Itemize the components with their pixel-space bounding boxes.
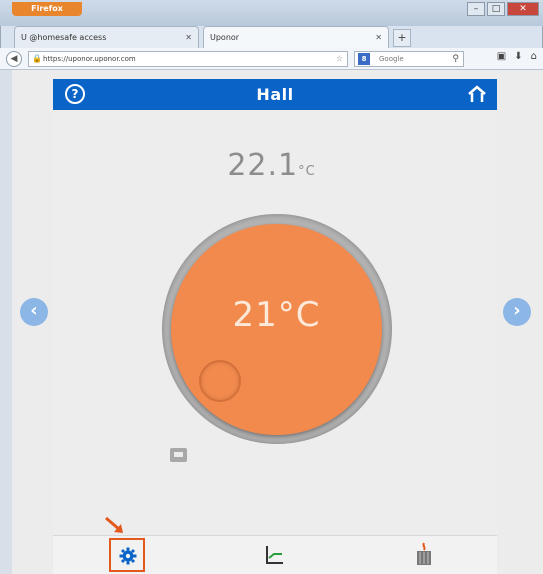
left-edge (0, 70, 12, 574)
red-arrow-annotation (105, 516, 123, 533)
new-tab-button[interactable]: + (393, 29, 411, 47)
mode-icon[interactable] (170, 448, 187, 462)
heater-icon[interactable] (415, 542, 433, 566)
app-header: ? Hall (53, 79, 497, 110)
firefox-menu-button[interactable]: Firefox (12, 2, 82, 16)
title-bar: Firefox – □ ✕ (0, 0, 543, 26)
dial-knob[interactable] (199, 360, 241, 402)
current-temperature: 22.1°C (0, 148, 543, 183)
tab-uponor[interactable]: Uponor ✕ (203, 26, 389, 48)
close-window-button[interactable]: ✕ (507, 2, 539, 16)
bookmarks-icon[interactable]: ▣ (497, 51, 506, 62)
settings-button[interactable] (109, 538, 145, 572)
window-controls: – □ ✕ (467, 2, 539, 16)
chart-icon[interactable] (264, 545, 284, 565)
tab-title: Uponor (210, 32, 240, 42)
tab-strip: U @homesafe access ✕ Uponor ✕ + (14, 26, 411, 48)
tab-title: U @homesafe access (21, 32, 107, 42)
minimize-button[interactable]: – (467, 2, 485, 16)
close-tab-icon[interactable]: ✕ (185, 28, 192, 48)
lock-icon: 🔒 (32, 54, 42, 63)
bookmark-star-icon[interactable]: ☆ (336, 52, 343, 66)
home-icon[interactable] (467, 85, 487, 103)
gear-icon (119, 547, 137, 565)
search-placeholder: Google (379, 55, 404, 63)
home-browser-icon[interactable]: ⌂ (531, 51, 537, 62)
current-temperature-unit: °C (298, 164, 316, 179)
tab-homesafe[interactable]: U @homesafe access ✕ (14, 26, 199, 48)
search-engine-icon[interactable]: 8 (358, 53, 370, 65)
back-button[interactable]: ◀ (6, 51, 22, 67)
address-text: https://uponor.uponor.com (43, 55, 136, 63)
current-temperature-value: 22.1 (227, 148, 299, 183)
search-icon[interactable]: ⚲ (452, 52, 459, 66)
download-icon[interactable]: ⬇ (514, 51, 522, 62)
navigation-bar: ◀ 🔒 https://uponor.uponor.com ☆ 8 Google… (0, 48, 543, 70)
previous-room-button[interactable]: ‹ (20, 298, 48, 326)
maximize-button[interactable]: □ (487, 2, 505, 16)
toolbar-icons: ▣ ⬇ ⌂ (497, 51, 537, 62)
search-bar[interactable]: 8 Google ⚲ (354, 51, 464, 67)
set-temperature: 21°C (232, 295, 321, 335)
close-tab-icon[interactable]: ✕ (375, 28, 382, 48)
page-title: Hall (256, 85, 294, 104)
next-room-button[interactable]: › (503, 298, 531, 326)
address-bar[interactable]: 🔒 https://uponor.uponor.com ☆ (28, 51, 348, 67)
